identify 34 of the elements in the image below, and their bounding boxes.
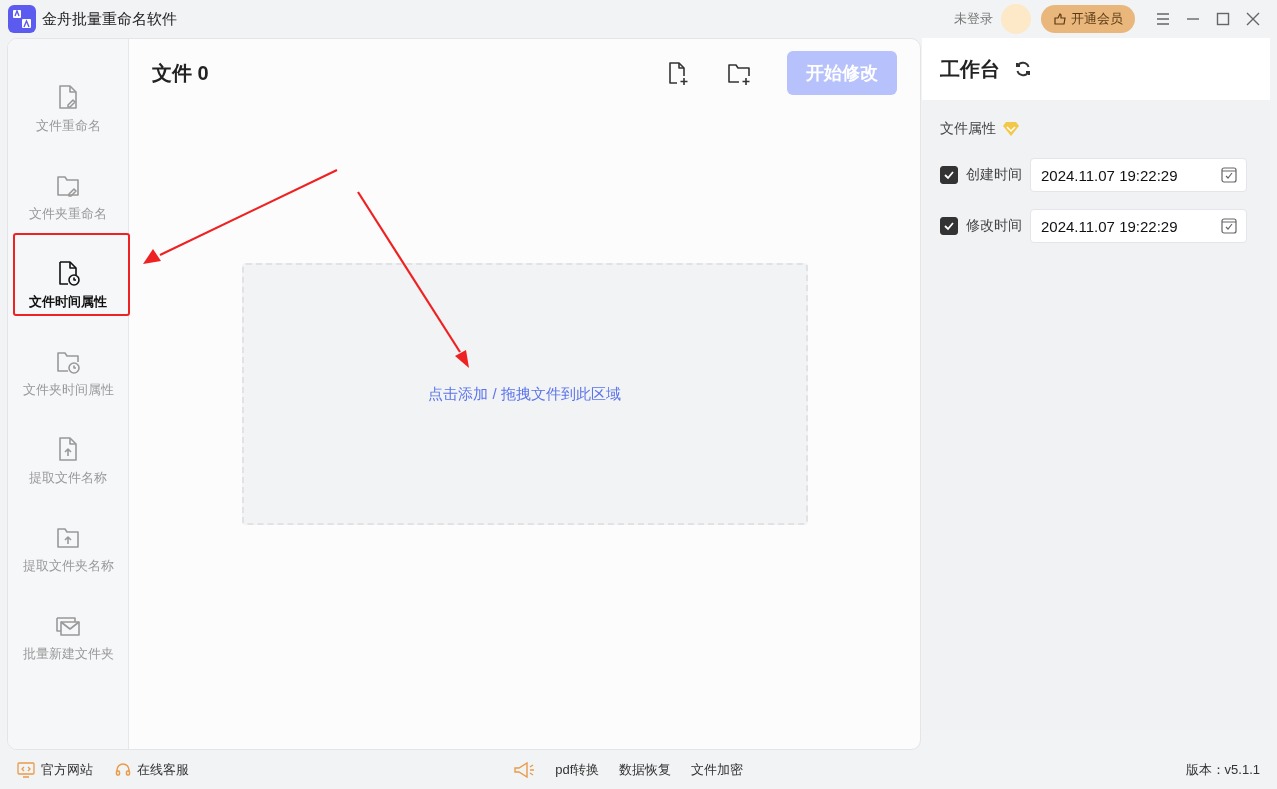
file-count-title: 文件 0 — [152, 60, 210, 86]
monitor-icon — [17, 761, 35, 778]
check-icon — [943, 169, 955, 181]
sidebar-item[interactable]: 文件时间属性 — [10, 241, 126, 329]
footer-link[interactable]: 数据恢复 — [619, 760, 672, 779]
support-link[interactable]: 在线客服 — [115, 760, 189, 779]
workbench-title: 工作台 — [940, 56, 1000, 82]
check-icon — [943, 220, 955, 232]
date-time-field[interactable]: 2024.11.07 19:22:29 — [1030, 158, 1247, 192]
field-label: 创建时间 — [966, 166, 1022, 184]
app-logo-icon — [8, 5, 36, 33]
website-link[interactable]: 官方网站 — [17, 760, 93, 779]
date-time-field[interactable]: 2024.11.07 19:22:29 — [1030, 209, 1247, 243]
menu-icon[interactable] — [1155, 11, 1171, 27]
checkbox[interactable] — [940, 217, 958, 235]
window-title: 金舟批量重命名软件 — [42, 9, 178, 29]
refresh-icon[interactable] — [1014, 60, 1032, 78]
version-label: 版本：v5.1.1 — [1185, 760, 1260, 779]
vip-button[interactable]: 开通会员 — [1041, 5, 1135, 33]
login-link[interactable]: 未登录 — [954, 10, 993, 28]
calendar-icon[interactable] — [1220, 166, 1238, 184]
thumbs-up-icon — [1053, 12, 1067, 26]
drop-zone[interactable]: 点击添加 / 拖拽文件到此区域 — [241, 263, 808, 525]
section-label: 文件属性 — [940, 120, 996, 138]
field-label: 修改时间 — [966, 217, 1022, 235]
headset-icon — [115, 761, 131, 778]
maximize-icon[interactable] — [1215, 11, 1231, 27]
checkbox[interactable] — [940, 166, 958, 184]
footer-link[interactable]: pdf转换 — [555, 760, 600, 779]
megaphone-icon — [513, 760, 536, 779]
diamond-icon — [1002, 121, 1020, 137]
footer-link[interactable]: 文件加密 — [691, 760, 744, 779]
calendar-icon[interactable] — [1220, 217, 1238, 235]
close-icon[interactable] — [1245, 11, 1261, 27]
